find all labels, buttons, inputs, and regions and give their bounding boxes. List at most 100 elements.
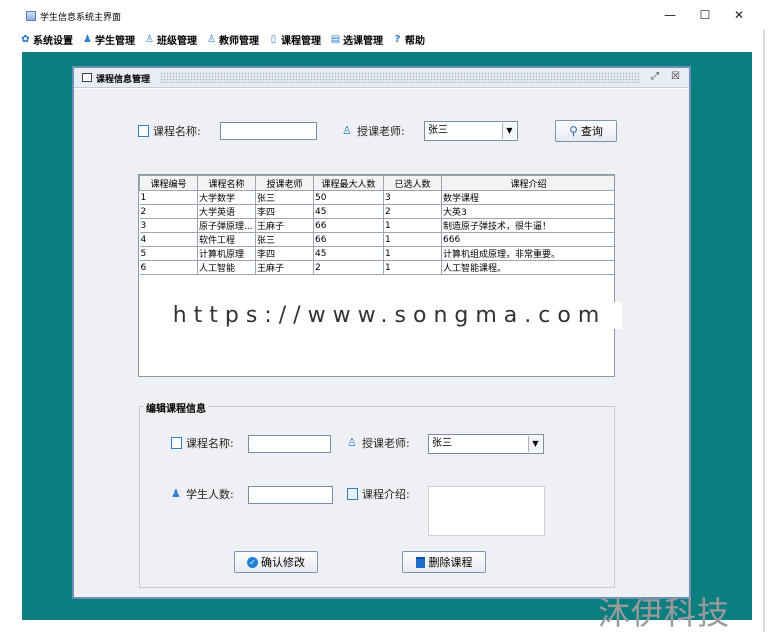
table-cell: 45 bbox=[313, 246, 384, 261]
teacher-icon: ♙ bbox=[342, 124, 352, 137]
menu-system-settings[interactable]: ✿ 系统设置 bbox=[20, 32, 73, 47]
table-cell: 2 bbox=[383, 204, 442, 219]
column-header[interactable]: 课程名称 bbox=[197, 175, 256, 191]
table-row[interactable]: 2 大学英语 李四 45 2 大英3 bbox=[139, 204, 614, 219]
frame-title: 课程信息管理 bbox=[96, 75, 151, 85]
edit-course-name-input[interactable] bbox=[248, 435, 331, 453]
course-icon bbox=[171, 437, 182, 449]
menu-help[interactable]: ? 帮助 bbox=[392, 32, 425, 47]
table-cell: 1 bbox=[383, 246, 442, 261]
column-header[interactable]: 课程最大人数 bbox=[313, 175, 384, 191]
chevron-down-icon[interactable]: ▼ bbox=[502, 123, 516, 139]
minimize-button[interactable]: — bbox=[660, 8, 680, 22]
table-cell: 3 bbox=[383, 190, 442, 205]
frame-content: 课程名称: ♙ 授课老师: 张三 ▼ ⚲ 查询 课程编号 课程名称 授课老师 课… bbox=[74, 89, 689, 597]
menu-label: 学生管理 bbox=[95, 35, 135, 47]
search-course-name-input[interactable] bbox=[220, 122, 317, 140]
frame-close-icon[interactable]: ☒ bbox=[671, 71, 680, 82]
frame-icon bbox=[82, 73, 92, 82]
edit-student-count-input[interactable] bbox=[248, 486, 333, 504]
table-cell: 计算机原理 bbox=[197, 246, 256, 261]
trash-icon bbox=[415, 556, 425, 568]
table-cell: 1 bbox=[383, 232, 442, 247]
course-icon bbox=[138, 125, 149, 137]
note-icon bbox=[347, 488, 358, 500]
maximize-button[interactable]: ☐ bbox=[695, 8, 715, 22]
table-cell: 软件工程 bbox=[197, 232, 256, 247]
table-row[interactable]: 3 原子弹原理... 王麻子 66 1 制造原子弹技术，很牛逼！ bbox=[139, 218, 614, 233]
menubar: ✿ 系统设置 ♟ 学生管理 ♙ 班级管理 ♙ 教师管理 ▯ 课程管理 ▤ 选课管… bbox=[20, 30, 434, 48]
frame-restore-icon[interactable]: ⤢ bbox=[651, 71, 659, 82]
table-cell: 4 bbox=[139, 232, 198, 247]
delete-course-button[interactable]: 删除课程 bbox=[402, 551, 486, 573]
menu-student-management[interactable]: ♟ 学生管理 bbox=[82, 32, 135, 47]
edit-intro-label: 课程介绍: bbox=[347, 486, 410, 502]
table-header-row: 课程编号 课程名称 授课老师 课程最大人数 已选人数 课程介绍 bbox=[139, 175, 614, 191]
chevron-down-icon[interactable]: ▼ bbox=[528, 436, 542, 452]
table-row[interactable]: 4 软件工程 张三 66 1 666 bbox=[139, 232, 614, 247]
watermark-url: https://www.songma.com bbox=[157, 302, 622, 329]
table-cell: 王麻子 bbox=[255, 218, 314, 233]
students-icon: ♟ bbox=[171, 487, 181, 500]
menu-select-course-management[interactable]: ▤ 选课管理 bbox=[330, 32, 383, 47]
menu-teacher-management[interactable]: ♙ 教师管理 bbox=[206, 32, 259, 47]
table-cell: 6 bbox=[139, 260, 198, 275]
table-row[interactable]: 5 计算机原理 李四 45 1 计算机组成原理，非常重要。 bbox=[139, 246, 614, 261]
confirm-button-label: 确认修改 bbox=[261, 556, 305, 569]
edit-intro-textarea[interactable] bbox=[428, 486, 545, 536]
window-title: 学生信息系统主界面 bbox=[40, 13, 122, 23]
menu-class-management[interactable]: ♙ 班级管理 bbox=[144, 32, 197, 47]
table-cell: 李四 bbox=[255, 246, 314, 261]
frame-titlebar[interactable]: 课程信息管理 ⤢ ☒ bbox=[74, 68, 689, 88]
search-teacher-select[interactable]: 张三 ▼ bbox=[424, 121, 518, 141]
menu-label: 系统设置 bbox=[33, 35, 73, 47]
table-cell: 1 bbox=[139, 190, 198, 205]
table-cell: 1 bbox=[383, 218, 442, 233]
table-cell: 王麻子 bbox=[255, 260, 314, 275]
search-teacher-selected: 张三 bbox=[428, 125, 448, 136]
table-cell: 张三 bbox=[255, 190, 314, 205]
table-cell: 张三 bbox=[255, 232, 314, 247]
course-info-frame: 课程信息管理 ⤢ ☒ 课程名称: ♙ 授课老师: 张三 ▼ ⚲ 查询 课程编号 … bbox=[72, 66, 691, 599]
table-cell: 666 bbox=[441, 232, 614, 247]
menu-label: 选课管理 bbox=[343, 35, 383, 47]
confirm-edit-button[interactable]: ✓ 确认修改 bbox=[234, 551, 318, 573]
table-cell: 制造原子弹技术，很牛逼！ bbox=[441, 218, 614, 233]
table-cell: 大学数学 bbox=[197, 190, 256, 205]
table-cell: 5 bbox=[139, 246, 198, 261]
table-cell: 人工智能 bbox=[197, 260, 256, 275]
search-icon: ⚲ bbox=[569, 124, 578, 138]
edit-group-title: 编辑课程信息 bbox=[144, 400, 208, 415]
edit-teacher-select[interactable]: 张三 ▼ bbox=[428, 434, 544, 454]
table-row[interactable]: 6 人工智能 王麻子 2 1 人工智能课程。 bbox=[139, 260, 614, 275]
gear-icon: ✿ bbox=[21, 33, 30, 45]
query-button[interactable]: ⚲ 查询 bbox=[555, 120, 617, 142]
edit-course-name-label: 课程名称: bbox=[171, 435, 234, 451]
edit-course-group: 编辑课程信息 课程名称: ♙ 授课老师: 张三 ▼ ♟ 学生人数: 课程介绍: … bbox=[139, 400, 615, 588]
table-cell: 66 bbox=[313, 218, 384, 233]
table-cell: 45 bbox=[313, 204, 384, 219]
column-header[interactable]: 课程编号 bbox=[139, 175, 198, 191]
menu-course-management[interactable]: ▯ 课程管理 bbox=[268, 32, 321, 47]
search-teacher-label: ♙ 授课老师: bbox=[342, 124, 405, 139]
check-circle-icon: ✓ bbox=[247, 556, 258, 568]
column-header[interactable]: 已选人数 bbox=[383, 175, 442, 191]
help-icon: ? bbox=[394, 33, 401, 45]
column-header[interactable]: 课程介绍 bbox=[441, 175, 614, 191]
edit-student-count-label: ♟ 学生人数: bbox=[171, 487, 234, 502]
course-table[interactable]: 课程编号 课程名称 授课老师 课程最大人数 已选人数 课程介绍 1 大学数学 张… bbox=[138, 174, 615, 377]
column-header[interactable]: 授课老师 bbox=[255, 175, 314, 191]
edit-teacher-label: ♙ 授课老师: bbox=[347, 436, 410, 451]
table-row[interactable]: 1 大学数学 张三 50 3 数学课程 bbox=[139, 190, 614, 205]
window-edge bbox=[763, 30, 765, 632]
close-button[interactable]: ✕ bbox=[729, 8, 749, 22]
table-cell: 原子弹原理... bbox=[197, 218, 256, 233]
table-cell: 李四 bbox=[255, 204, 314, 219]
table-cell: 数学课程 bbox=[441, 190, 614, 205]
table-cell: 大学英语 bbox=[197, 204, 256, 219]
menu-label: 班级管理 bbox=[157, 35, 197, 47]
query-button-label: 查询 bbox=[580, 125, 603, 138]
table-cell: 1 bbox=[383, 260, 442, 275]
select-course-icon: ▤ bbox=[330, 33, 341, 45]
edit-teacher-selected: 张三 bbox=[432, 438, 452, 449]
